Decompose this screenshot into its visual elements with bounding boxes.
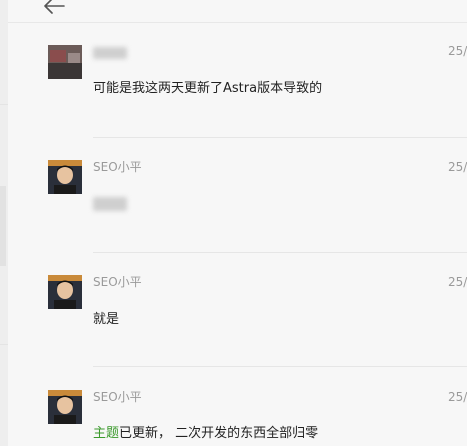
message-date: 25/ (448, 44, 467, 58)
message-divider (93, 137, 467, 138)
message-divider (93, 366, 467, 367)
sender-name: SEO小平 (93, 390, 142, 404)
left-divider (0, 344, 8, 345)
message-date: 25/ (448, 160, 467, 174)
message-text: 就是 (93, 312, 120, 327)
header-bar (8, 0, 467, 23)
message-text: 可能是我这两天更新了Astra版本导致的 (93, 81, 323, 96)
message-date: 25/ (448, 275, 467, 289)
message-date: 25/ (448, 390, 467, 404)
message-text-rest: 已更新， 二次开发的东西全部归零 (119, 426, 319, 441)
sender-name: SEO小平 (93, 160, 142, 174)
avatar[interactable] (48, 390, 82, 424)
left-scrollbar[interactable] (0, 186, 6, 266)
left-panel-edge (0, 0, 8, 446)
left-divider (0, 104, 8, 105)
message-divider (93, 252, 467, 253)
avatar[interactable] (48, 45, 82, 79)
avatar[interactable] (48, 275, 82, 309)
sender-name-redacted (93, 47, 127, 59)
sender-name: SEO小平 (93, 275, 142, 289)
theme-link[interactable]: 主题 (93, 426, 119, 441)
avatar[interactable] (48, 160, 82, 194)
message-text: 主题已更新， 二次开发的东西全部归零 (93, 425, 318, 443)
message-text-redacted (93, 197, 127, 211)
back-arrow-icon[interactable] (42, 0, 66, 16)
